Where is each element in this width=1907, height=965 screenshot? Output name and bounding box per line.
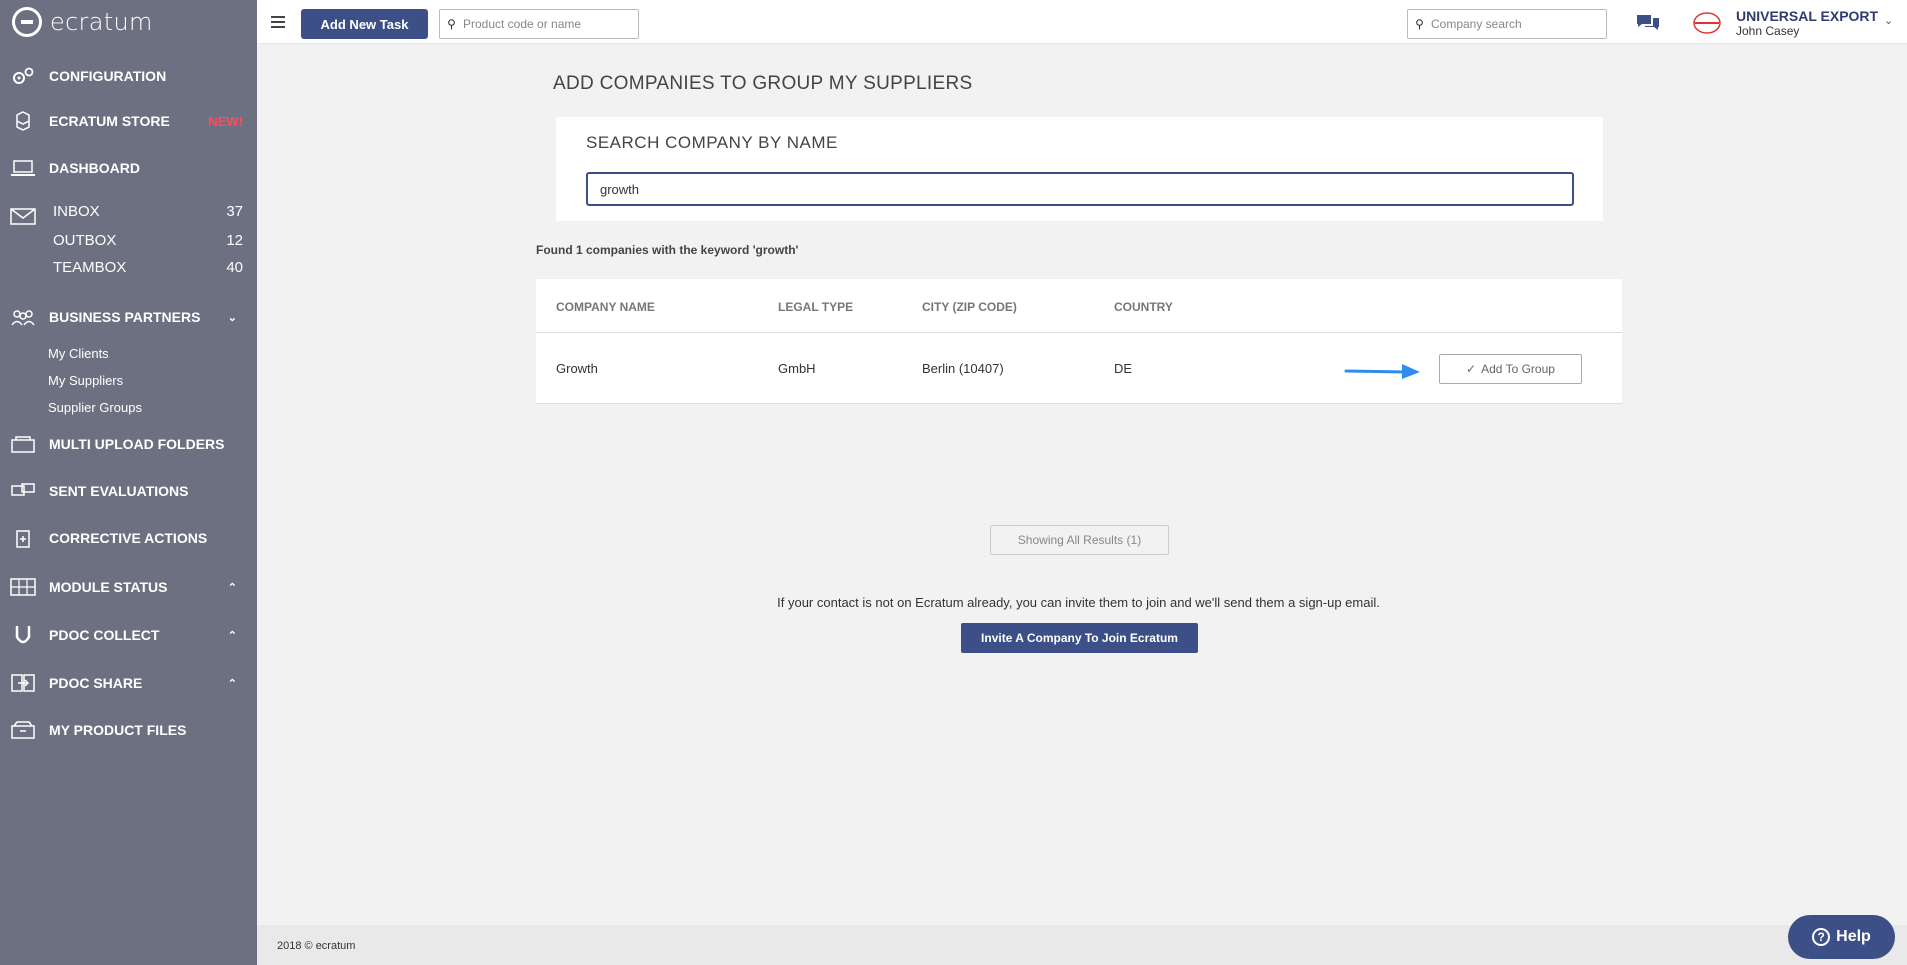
nav-inbox[interactable]: INBOX 37	[53, 203, 243, 220]
nav-ecratum-store[interactable]: ECRATUM STORE NEW!	[0, 109, 257, 133]
menu-toggle-icon[interactable]	[271, 16, 285, 28]
nav-store-label: ECRATUM STORE	[49, 113, 170, 129]
chevron-down-icon: ⌄	[227, 311, 237, 324]
nav-outbox[interactable]: OUTBOX 12	[53, 232, 243, 249]
cubes-icon	[10, 111, 36, 131]
outbox-label: OUTBOX	[53, 232, 117, 249]
invite-company-button[interactable]: Invite A Company To Join Ecratum	[961, 623, 1198, 653]
plug-icon: ✓	[1466, 362, 1477, 376]
nav-pdoc-share-label: PDOC SHARE	[49, 675, 143, 691]
product-search-input[interactable]	[462, 17, 638, 31]
inbox-count: 37	[226, 203, 243, 220]
nav-module-status-label: MODULE STATUS	[49, 579, 168, 595]
help-button[interactable]: ? Help	[1788, 915, 1895, 959]
logo-text: ecratum	[50, 8, 153, 36]
nav-product-files-label: MY PRODUCT FILES	[49, 722, 187, 738]
nav-business-partners-label: BUSINESS PARTNERS	[49, 309, 201, 325]
nav-my-clients[interactable]: My Clients	[48, 346, 109, 361]
share-icon	[10, 673, 36, 693]
results-table: COMPANY NAME LEGAL TYPE CITY (ZIP CODE) …	[536, 279, 1622, 404]
company-search-input[interactable]	[1430, 17, 1606, 31]
nav-multi-upload[interactable]: MULTI UPLOAD FOLDERS	[0, 432, 257, 456]
search-icon: ⚲	[447, 17, 456, 31]
help-label: Help	[1836, 928, 1871, 945]
grid-icon	[10, 577, 36, 597]
outbox-count: 12	[226, 232, 243, 249]
envelope-icon	[10, 206, 36, 226]
nav-pdoc-collect-label: PDOC COLLECT	[49, 627, 160, 643]
nav-corrective-actions-label: CORRECTIVE ACTIONS	[49, 530, 208, 546]
people-icon	[10, 307, 36, 327]
company-search[interactable]: ⚲	[1407, 9, 1607, 39]
invite-text: If your contact is not on Ecratum alread…	[777, 595, 1380, 610]
page-title: ADD COMPANIES TO GROUP MY SUPPLIERS	[553, 73, 973, 94]
chevron-up-icon: ⌃	[227, 677, 237, 690]
chevron-down-icon[interactable]: ⌄	[1884, 14, 1893, 27]
arrow-right-icon	[1344, 364, 1420, 379]
company-name-search-input[interactable]	[586, 172, 1574, 206]
nav-sent-evaluations[interactable]: SENT EVALUATIONS	[0, 479, 257, 503]
nav-pdoc-collect[interactable]: PDOC COLLECT ⌃	[0, 623, 257, 647]
gears-icon	[10, 66, 36, 86]
inbox-label: INBOX	[53, 203, 100, 220]
teambox-count: 40	[226, 259, 243, 276]
header-city[interactable]: CITY (ZIP CODE)	[922, 300, 1017, 314]
header-divider	[536, 332, 1622, 333]
add-new-task-button[interactable]: Add New Task	[301, 9, 428, 39]
ecratum-logo-icon	[12, 7, 42, 37]
sidebar: ecratum CONFIGURATION ECRATUM STORE NEW!…	[0, 0, 257, 965]
company-name[interactable]: UNIVERSAL EXPORT	[1736, 8, 1878, 24]
search-icon: ⚲	[1415, 17, 1424, 31]
header-legal-type[interactable]: LEGAL TYPE	[778, 300, 853, 314]
search-panel: SEARCH COMPANY BY NAME	[556, 117, 1603, 221]
nav-configuration-label: CONFIGURATION	[49, 68, 167, 84]
magnet-icon	[10, 625, 36, 645]
cell-legal-type: GmbH	[778, 361, 816, 376]
footer: 2018 © ecratum	[257, 925, 1907, 965]
new-badge: NEW!	[208, 113, 243, 129]
nav-my-suppliers[interactable]: My Suppliers	[48, 373, 123, 388]
nav-teambox[interactable]: TEAMBOX 40	[53, 259, 243, 276]
header-company-name[interactable]: COMPANY NAME	[556, 300, 655, 314]
nav-corrective-actions[interactable]: CORRECTIVE ACTIONS	[0, 526, 257, 550]
search-heading: SEARCH COMPANY BY NAME	[586, 133, 838, 152]
chat-icon[interactable]	[1635, 12, 1661, 34]
cell-company-name: Growth	[556, 361, 598, 376]
company-logo-icon	[1693, 12, 1721, 34]
result-summary: Found 1 companies with the keyword 'grow…	[536, 243, 799, 257]
teambox-label: TEAMBOX	[53, 259, 127, 276]
nav-sent-evaluations-label: SENT EVALUATIONS	[49, 483, 189, 499]
chevron-up-icon: ⌃	[227, 629, 237, 642]
folder-upload-icon	[10, 434, 36, 454]
add-to-group-label: Add To Group	[1481, 362, 1555, 376]
cell-city: Berlin (10407)	[922, 361, 1004, 376]
clipboard-icon	[10, 528, 36, 548]
nav-dashboard[interactable]: DASHBOARD	[0, 156, 257, 180]
chevron-up-icon: ⌃	[227, 581, 237, 594]
add-to-group-button[interactable]: ✓ Add To Group	[1439, 354, 1582, 384]
nav-business-partners[interactable]: BUSINESS PARTNERS ⌄	[0, 305, 257, 329]
header-country[interactable]: COUNTRY	[1114, 300, 1173, 314]
showing-all-results-button[interactable]: Showing All Results (1)	[990, 525, 1169, 555]
logo[interactable]: ecratum	[0, 0, 257, 44]
evaluation-icon	[10, 481, 36, 501]
topbar: Add New Task ⚲ ⚲ UNIVERSAL EXPORT John C…	[257, 0, 1907, 44]
nav-pdoc-share[interactable]: PDOC SHARE ⌃	[0, 671, 257, 695]
nav-supplier-groups[interactable]: Supplier Groups	[48, 400, 142, 415]
laptop-icon	[10, 158, 36, 178]
nav-dashboard-label: DASHBOARD	[49, 160, 140, 176]
nav-multi-upload-label: MULTI UPLOAD FOLDERS	[49, 436, 225, 452]
copyright-text: 2018 © ecratum	[277, 940, 356, 952]
nav-configuration[interactable]: CONFIGURATION	[0, 64, 257, 88]
user-name[interactable]: John Casey	[1736, 24, 1799, 38]
nav-product-files[interactable]: MY PRODUCT FILES	[0, 718, 257, 742]
question-icon: ?	[1812, 928, 1831, 946]
product-search[interactable]: ⚲	[439, 9, 639, 39]
archive-icon	[10, 720, 36, 740]
cell-country: DE	[1114, 361, 1133, 376]
